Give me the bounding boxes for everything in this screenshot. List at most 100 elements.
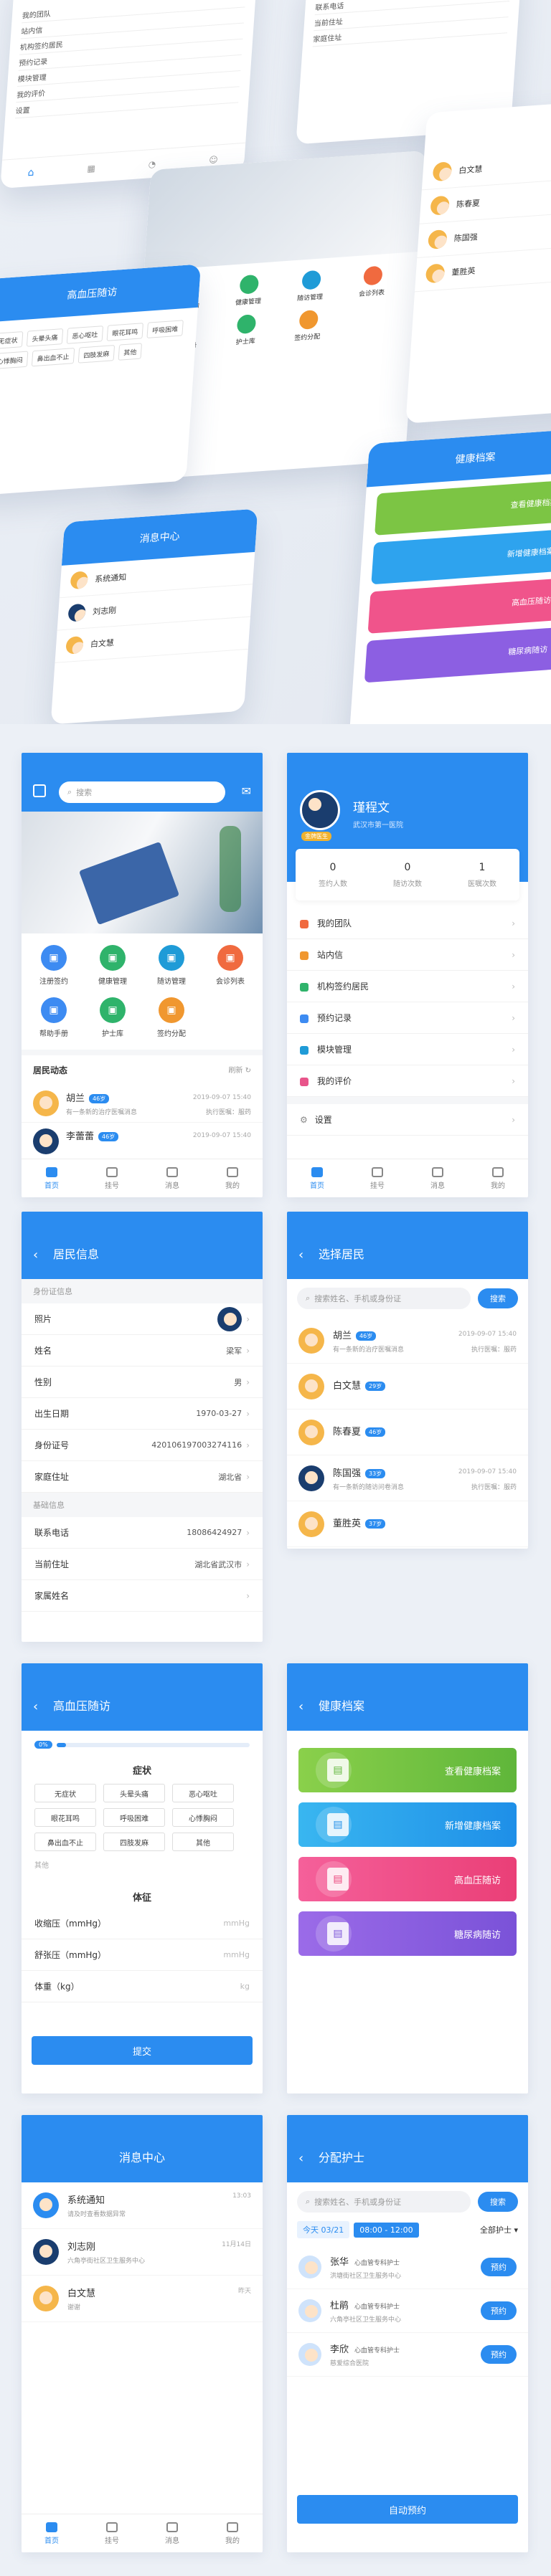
symptom-option[interactable]: 四肢发麻 [103, 1833, 165, 1851]
tab-home[interactable]: 首页 [22, 1159, 82, 1197]
symptom-option[interactable]: 其他 [172, 1833, 234, 1851]
message-item[interactable]: 白文慧 昨天 谢谢 [22, 2276, 263, 2322]
stat-item[interactable]: 0 签约人数 [296, 849, 370, 900]
scan-icon[interactable] [33, 784, 46, 797]
other-input[interactable]: 其他 [34, 1857, 49, 1876]
resident-item[interactable]: 胡兰 46岁 2019-09-07 15:40 有一条新的治疗医嘱消息 执行医嘱：服药 [287, 1318, 528, 1364]
archive-card[interactable]: ▤ 糖尿病随访 [298, 1911, 517, 1956]
thermometer-icon: ▤ [327, 1868, 349, 1891]
archive-card[interactable]: ▤ 高血压随访 [298, 1857, 517, 1901]
appoint-button[interactable]: 预约 [481, 2301, 517, 2320]
resident-field[interactable]: 当前住址 湖北省武汉市 › [22, 1549, 263, 1580]
nurse-item[interactable]: 杜鹃 心血管专科护士 六角亭社区卫生服务中心 预约 [287, 2289, 528, 2333]
tab-message[interactable]: 消息 [408, 1159, 468, 1197]
feature-item[interactable]: ▣ 签约分配 [142, 992, 201, 1044]
tab-message[interactable]: 消息 [142, 1159, 202, 1197]
feature-item[interactable]: ▣ 健康管理 [83, 939, 142, 992]
date-chip[interactable]: 今天 03/21 [297, 2221, 350, 2238]
tab-message[interactable]: 消息 [142, 2514, 202, 2552]
profile-menu-item[interactable]: 我的评价 › [287, 1065, 528, 1097]
resident-field[interactable]: 身份证号 420106197003274116 › [22, 1430, 263, 1461]
resident-field[interactable]: 家属姓名 › [22, 1580, 263, 1612]
resident-field[interactable]: 性别男 › [22, 1367, 263, 1398]
nurse-item[interactable]: 张华 心血管专科护士 洪塘街社区卫生服务中心 预约 [287, 2245, 528, 2289]
tab-user[interactable]: 我的 [468, 1159, 528, 1197]
profile-menu-item[interactable]: 我的团队 › [287, 908, 528, 939]
select-search-button[interactable]: 搜索 [478, 1288, 518, 1308]
auto-appoint-button[interactable]: 自动预约 [297, 2495, 518, 2524]
resident-item[interactable]: 陈国强 33岁 2019-09-07 15:40 有一条新的随访问卷消息 执行医嘱：服药 [287, 1455, 528, 1501]
appoint-button[interactable]: 预约 [481, 2345, 517, 2364]
vital-field[interactable]: 体重（kg） kg [22, 1971, 263, 2002]
hero-phone-select: 白文慧 陈春夏 陈国强 董胜英 [405, 100, 551, 424]
symptom-option[interactable]: 无症状 [34, 1784, 96, 1802]
resident-field[interactable]: 照片 › [22, 1303, 263, 1335]
tab-calendar[interactable]: 挂号 [347, 1159, 408, 1197]
feature-item[interactable]: ▣ 随访管理 [142, 939, 201, 992]
nurse-search-input[interactable]: ⌕ 搜索姓名、手机或身份证 [297, 2191, 471, 2213]
resident-item[interactable]: 白文慧 29岁 [287, 1364, 528, 1410]
vital-field[interactable]: 收缩压（mmHg） mmHg [22, 1908, 263, 1939]
back-icon[interactable]: ‹ [298, 1701, 303, 1714]
calendar-icon [372, 1166, 383, 1177]
appoint-button[interactable]: 预约 [481, 2258, 517, 2276]
tab-user[interactable]: 我的 [202, 1159, 263, 1197]
archive-card[interactable]: ▤ 新增健康档案 [298, 1802, 517, 1847]
resident-field[interactable]: 出生日期 1970-03-27 › [22, 1398, 263, 1430]
time-chip[interactable]: 08:00 - 12:00 [354, 2222, 419, 2238]
tab-home[interactable]: 首页 [22, 2514, 82, 2552]
chevron-right-icon: › [246, 1527, 250, 1538]
chat-icon[interactable]: ✉ [242, 784, 251, 798]
archive-card[interactable]: ▤ 查看健康档案 [298, 1748, 517, 1792]
search-icon: ⌕ [306, 2197, 311, 2206]
symptom-option[interactable]: 头晕头痛 [103, 1784, 165, 1802]
symptom-option[interactable]: 心悸胸闷 [172, 1808, 234, 1827]
profile-menu-item[interactable]: 站内信 › [287, 939, 528, 971]
profile-menu-item[interactable]: 模块管理 › [287, 1034, 528, 1065]
nurse-filter[interactable]: 全部护士 ▾ [480, 2224, 518, 2235]
resident-field[interactable]: 家庭住址 湖北省 › [22, 1461, 263, 1493]
back-icon[interactable]: ‹ [298, 1249, 303, 1262]
tab-calendar[interactable]: 挂号 [82, 1159, 142, 1197]
feature-item[interactable]: ▣ 护士库 [83, 992, 142, 1044]
avatar [298, 1465, 324, 1491]
stat-item[interactable]: 0 随访次数 [370, 849, 445, 900]
calendar-icon [106, 1166, 118, 1177]
profile-menu-item[interactable]: 机构签约居民 › [287, 971, 528, 1002]
select-search-input[interactable]: ⌕ 搜索姓名、手机或身份证 [297, 1288, 471, 1309]
symptom-option[interactable]: 恶心呕吐 [172, 1784, 234, 1802]
resident-field[interactable]: 姓名 梁军 › [22, 1335, 263, 1367]
clipboard-icon: ▣ [159, 945, 184, 971]
user-icon [227, 1166, 238, 1177]
nurse-search-button[interactable]: 搜索 [478, 2192, 518, 2212]
news-item[interactable]: 李蕾蕾 46岁 2019-09-07 15:40 [22, 1123, 263, 1161]
tab-home[interactable]: 首页 [287, 1159, 347, 1197]
nurse-item[interactable]: 李欣 心血管专科护士 慈爱综合医院 预约 [287, 2333, 528, 2377]
home-search-input[interactable]: ⌕ 搜索 [59, 781, 225, 803]
stat-item[interactable]: 1 医嘱次数 [445, 849, 519, 900]
vital-field[interactable]: 舒张压（mmHg） mmHg [22, 1939, 263, 1971]
back-icon[interactable]: ‹ [298, 2152, 303, 2165]
tab-calendar[interactable]: 挂号 [82, 2514, 142, 2552]
submit-button[interactable]: 提交 [32, 2036, 253, 2065]
feature-item[interactable]: ▣ 注册签约 [24, 939, 83, 992]
profile-menu-item[interactable]: 预约记录 › [287, 1002, 528, 1034]
message-item[interactable]: 刘志刚 11月14日 六角亭街社区卫生服务中心 [22, 2229, 263, 2276]
bp-title: 高血压随访 [53, 1699, 111, 1713]
settings-row[interactable]: ⚙ 设置 › [287, 1104, 528, 1136]
news-item[interactable]: 胡兰 46岁 2019-09-07 15:40 有一条新的治疗医嘱消息 执行医嘱：服药 [22, 1085, 263, 1123]
tab-user[interactable]: 我的 [202, 2514, 263, 2552]
refresh-button[interactable]: 刷新 ↻ [228, 1064, 251, 1076]
message-item[interactable]: 系统通知 13:03 请及时查看数据异常 [22, 2182, 263, 2229]
feature-item[interactable]: ▣ 帮助手册 [24, 992, 83, 1044]
resident-item[interactable]: 陈春夏 46岁 [287, 1410, 528, 1455]
symptom-option[interactable]: 鼻出血不止 [34, 1833, 96, 1851]
resident-field[interactable]: 联系电话 18086424927 › [22, 1517, 263, 1549]
back-icon[interactable]: ‹ [33, 1249, 38, 1262]
symptom-option[interactable]: 呼吸困难 [103, 1808, 165, 1827]
resident-item[interactable]: 董胜英 37岁 [287, 1501, 528, 1547]
hero-phone-archive: 健康档案 查看健康档案 新增健康档案 高血压随访 糖尿病随访 [348, 428, 551, 724]
feature-item[interactable]: ▣ 会诊列表 [201, 939, 260, 992]
symptom-option[interactable]: 眼花耳鸣 [34, 1808, 96, 1827]
back-icon[interactable]: ‹ [33, 1701, 38, 1714]
